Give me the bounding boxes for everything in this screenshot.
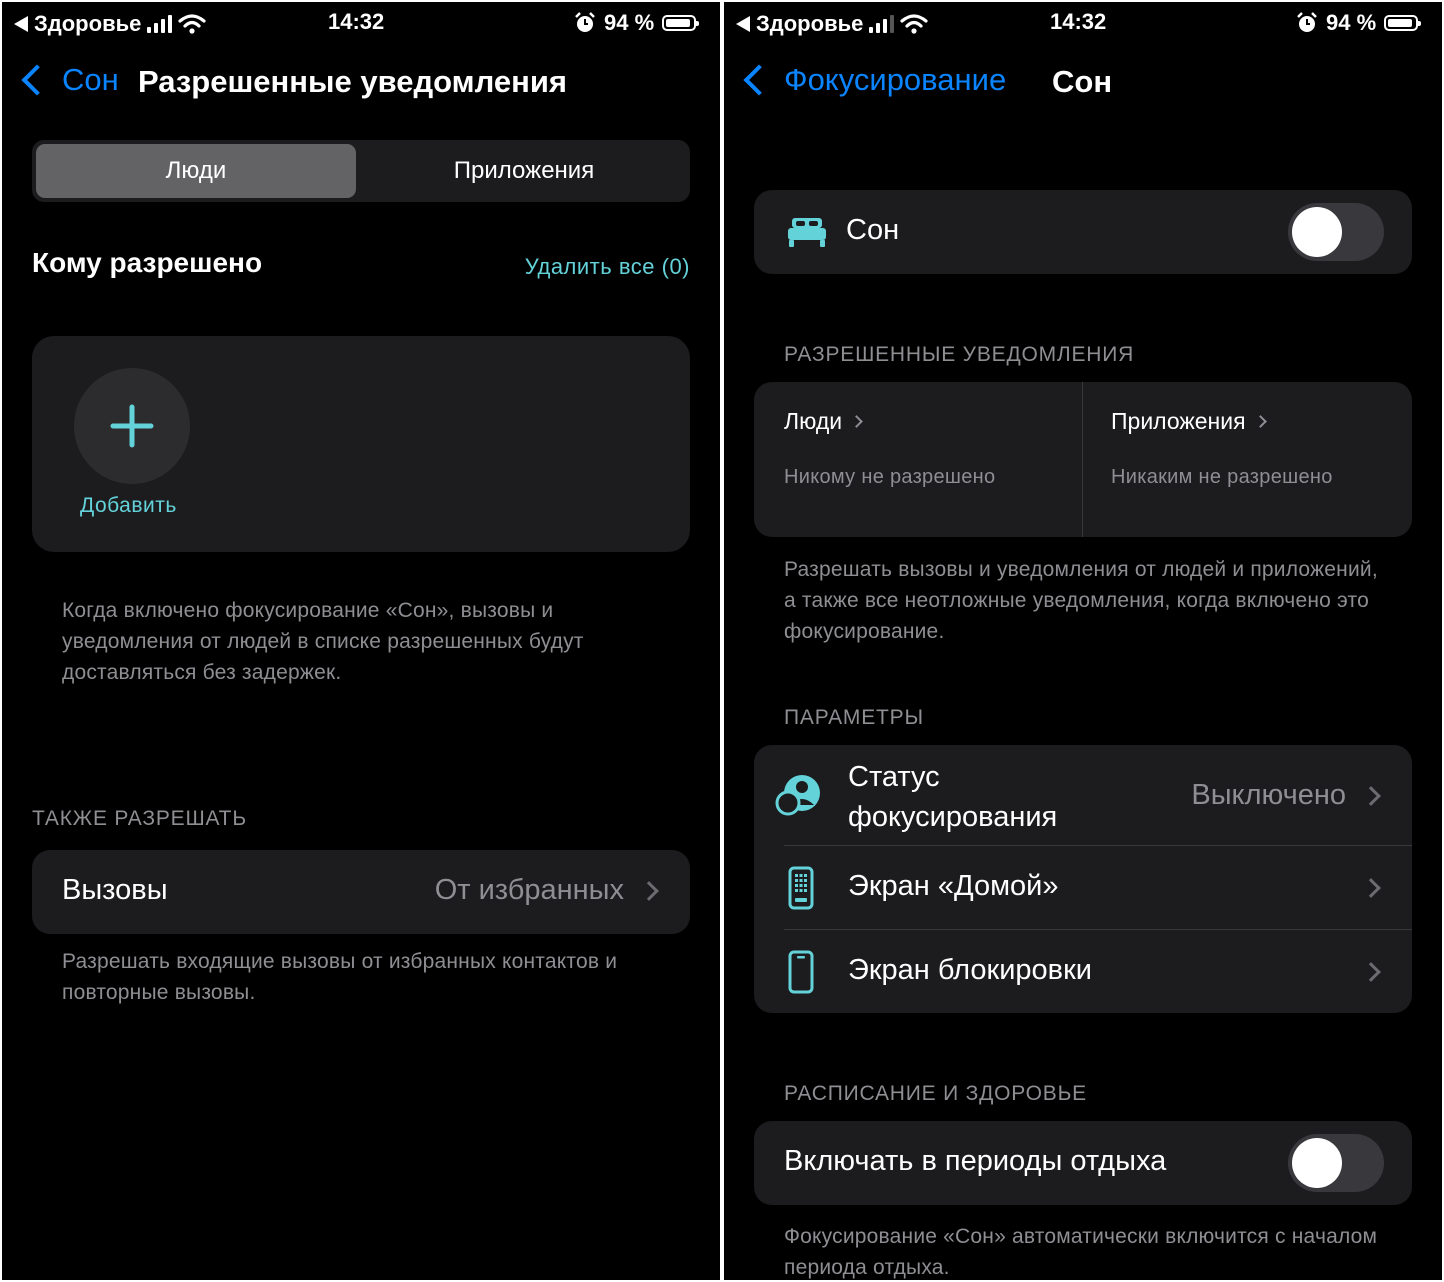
wifi-icon — [900, 14, 928, 34]
allowed-notifications-card: Люди Никому не разрешено Приложения Ника… — [754, 382, 1412, 537]
home-screen-icon — [788, 866, 814, 910]
home-screen-row[interactable]: Экран «Домой» — [754, 846, 1412, 929]
sleep-focus-card: Сон — [754, 190, 1412, 274]
people-tile-header: Люди — [784, 408, 863, 435]
back-triangle-icon — [14, 16, 28, 32]
sleep-toggle[interactable] — [1288, 203, 1384, 261]
chevron-left-icon — [743, 64, 775, 96]
people-title: Люди — [784, 408, 843, 434]
battery-fill — [1388, 19, 1413, 27]
apps-tile[interactable]: Приложения Никаким не разрешено — [1083, 382, 1412, 537]
toggle-knob — [1292, 207, 1342, 257]
info-caption: Когда включено фокусирование «Сон», вызо… — [62, 599, 584, 684]
allowed-people-card: Добавить — [32, 336, 690, 552]
calls-label: Вызовы — [62, 874, 168, 906]
status-bar-left: Здоровье — [736, 11, 928, 37]
lock-screen-label: Экран блокировки — [848, 954, 1092, 986]
back-triangle-icon — [736, 16, 750, 32]
wind-down-card: Включать в периоды отдыха — [754, 1121, 1412, 1205]
focus-status-icon — [775, 775, 820, 816]
allowed-notifications-caption: Разрешать вызовы и уведомления от людей … — [784, 558, 1378, 643]
calls-caption: Разрешать входящие вызовы от избранных к… — [62, 950, 618, 1004]
plus-icon — [110, 404, 154, 448]
chevron-right-icon — [1253, 415, 1267, 428]
segmented-control: Люди Приложения — [32, 140, 690, 202]
focus-status-label-line2: фокусирования — [848, 801, 1058, 833]
people-value: Никому не разрешено — [784, 466, 996, 488]
parameters-card: Статус фокусирования Выключено Экран «До… — [754, 745, 1412, 1013]
focus-status-value: Выключено — [1191, 779, 1346, 811]
wind-down-toggle[interactable] — [1288, 1134, 1384, 1192]
focus-status-label-line1: Статус — [848, 761, 940, 793]
sleep-label: Сон — [846, 214, 900, 246]
calls-value: От избранных — [434, 874, 624, 906]
chevron-right-icon — [1361, 786, 1381, 806]
focus-status-label: Статус фокусирования — [848, 757, 1057, 837]
toggle-knob — [1292, 1138, 1342, 1188]
remove-all-button[interactable]: Удалить все (0) — [525, 254, 690, 280]
page-title: Сон — [1052, 64, 1113, 99]
schedule-header: РАСПИСАНИЕ И ЗДОРОВЬЕ — [784, 1082, 1087, 1105]
add-label: Добавить — [80, 494, 177, 517]
parameters-header: ПАРАМЕТРЫ — [784, 706, 924, 729]
focus-status-row[interactable]: Статус фокусирования Выключено — [754, 745, 1412, 845]
status-back-app[interactable]: Здоровье — [756, 11, 863, 37]
nav-back-button[interactable]: Сон — [18, 62, 119, 98]
home-screen-label: Экран «Домой» — [848, 870, 1059, 902]
cellular-signal-icon — [869, 15, 895, 33]
status-bar-right: 94 % — [1296, 10, 1422, 36]
apps-title: Приложения — [1111, 408, 1246, 434]
schedule-caption: Фокусирование «Сон» автоматически включи… — [784, 1225, 1378, 1279]
wind-down-label: Включать в периоды отдыха — [784, 1145, 1167, 1177]
alarm-icon — [575, 12, 595, 32]
status-bar-left: Здоровье — [14, 11, 206, 37]
battery-icon — [1384, 15, 1422, 31]
add-person-button[interactable] — [74, 368, 190, 484]
people-tile[interactable]: Люди Никому не разрешено — [754, 382, 1082, 537]
page-title: Разрешенные уведомления — [138, 64, 567, 99]
battery-icon — [662, 15, 700, 31]
also-allow-header: ТАКЖЕ РАЗРЕШАТЬ — [32, 807, 247, 830]
battery-percent: 94 % — [604, 10, 655, 35]
allowed-notifications-header: РАЗРЕШЕННЫЕ УВЕДОМЛЕНИЯ — [784, 343, 1135, 366]
nav-back-button[interactable]: Фокусирование — [740, 62, 1006, 98]
battery-percent: 94 % — [1326, 10, 1377, 35]
nav-back-label: Фокусирование — [784, 62, 1007, 97]
cellular-signal-icon — [147, 15, 173, 33]
right-screen: Здоровье 14:32 94 % Фокусирование Сон Со… — [724, 2, 1442, 1280]
lock-screen-icon — [788, 950, 814, 994]
status-time: 14:32 — [1050, 9, 1107, 34]
nav-back-label: Сон — [62, 62, 119, 97]
calls-row[interactable]: Вызовы От избранных — [32, 850, 690, 934]
apps-value: Никаким не разрешено — [1111, 466, 1333, 488]
battery-fill — [666, 19, 691, 27]
section-title-allowed: Кому разрешено — [32, 247, 263, 278]
status-back-app[interactable]: Здоровье — [34, 11, 141, 37]
lock-screen-row[interactable]: Экран блокировки — [754, 930, 1412, 1013]
tab-people[interactable]: Люди — [36, 144, 356, 198]
tab-apps[interactable]: Приложения — [362, 144, 686, 198]
chevron-right-icon — [850, 415, 863, 428]
left-screen: Здоровье 14:32 94 % Сон Разрешенные увед… — [2, 2, 720, 1280]
alarm-icon — [1297, 12, 1317, 32]
chevron-right-icon — [639, 881, 659, 901]
wifi-icon — [178, 14, 206, 34]
apps-tile-header: Приложения — [1111, 408, 1267, 435]
status-bar-right: 94 % — [574, 10, 700, 36]
status-time: 14:32 — [328, 9, 385, 34]
chevron-left-icon — [21, 64, 53, 96]
bed-icon — [788, 218, 826, 247]
chevron-right-icon — [1361, 878, 1381, 898]
chevron-right-icon — [1361, 962, 1381, 982]
